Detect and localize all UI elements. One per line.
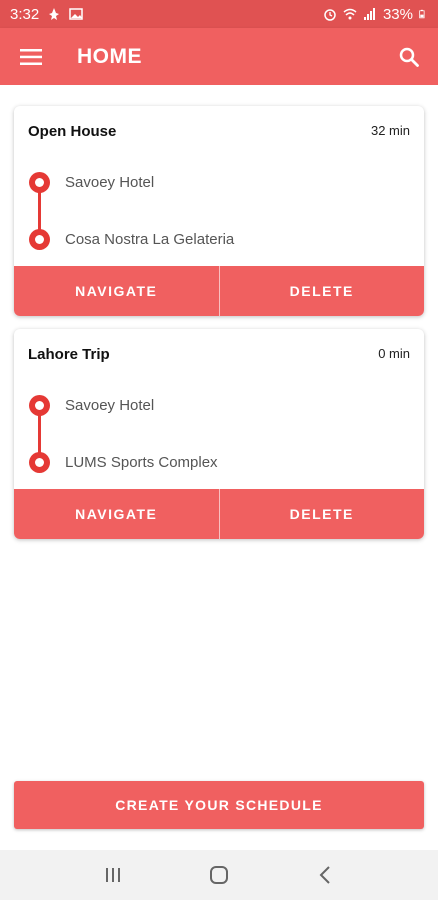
trip-card: Open House 32 min Savoey Hotel Cosa Nost… xyxy=(14,106,424,316)
menu-button[interactable] xyxy=(0,28,62,85)
trip-origin: Savoey Hotel xyxy=(65,397,155,414)
status-time: 3:32 xyxy=(10,5,40,23)
app-bar: HOME xyxy=(0,28,438,85)
trip-actions: NAVIGATE DELETE xyxy=(14,266,424,316)
home-button[interactable] xyxy=(199,855,239,895)
home-icon xyxy=(210,866,228,884)
recents-button[interactable] xyxy=(93,855,133,895)
wifi-icon xyxy=(343,8,357,20)
trip-card-header: Open House 32 min xyxy=(28,123,410,140)
search-button[interactable] xyxy=(380,28,438,85)
battery-percent: 33% xyxy=(382,5,413,23)
back-icon xyxy=(319,866,330,884)
system-nav-bar xyxy=(0,850,438,900)
delete-button[interactable]: DELETE xyxy=(218,266,425,316)
trip-title: Lahore Trip xyxy=(28,346,110,363)
trip-title: Open House xyxy=(28,123,117,140)
trip-origin: Savoey Hotel xyxy=(65,174,155,191)
status-bar: 3:32 33% xyxy=(0,0,438,28)
trip-duration: 32 min xyxy=(370,123,410,138)
trip-card: Lahore Trip 0 min Savoey Hotel LUMS Spor… xyxy=(14,329,424,539)
signal-icon xyxy=(363,8,375,20)
origin-marker-icon xyxy=(29,172,50,193)
navigate-button[interactable]: NAVIGATE xyxy=(14,266,219,316)
page-title: HOME xyxy=(77,44,142,68)
destination-marker-icon xyxy=(29,452,50,473)
trip-list: Open House 32 min Savoey Hotel Cosa Nost… xyxy=(0,85,438,850)
trip-actions: NAVIGATE DELETE xyxy=(14,489,424,539)
destination-marker-icon xyxy=(29,229,50,250)
origin-marker-icon xyxy=(29,395,50,416)
hamburger-menu-icon xyxy=(20,48,42,65)
trip-destination: LUMS Sports Complex xyxy=(65,454,218,471)
recents-icon xyxy=(106,868,120,882)
search-icon xyxy=(399,47,419,67)
notification-icon xyxy=(49,8,60,20)
trip-card-header: Lahore Trip 0 min xyxy=(28,346,410,363)
navigate-button[interactable]: NAVIGATE xyxy=(14,489,219,539)
trip-destination: Cosa Nostra La Gelateria xyxy=(65,231,235,248)
back-button[interactable] xyxy=(305,855,345,895)
battery-icon xyxy=(419,9,425,19)
trip-duration: 0 min xyxy=(378,346,410,361)
delete-button[interactable]: DELETE xyxy=(218,489,425,539)
image-icon xyxy=(69,8,83,20)
alarm-icon xyxy=(324,9,336,21)
create-schedule-button[interactable]: CREATE YOUR SCHEDULE xyxy=(14,781,424,829)
